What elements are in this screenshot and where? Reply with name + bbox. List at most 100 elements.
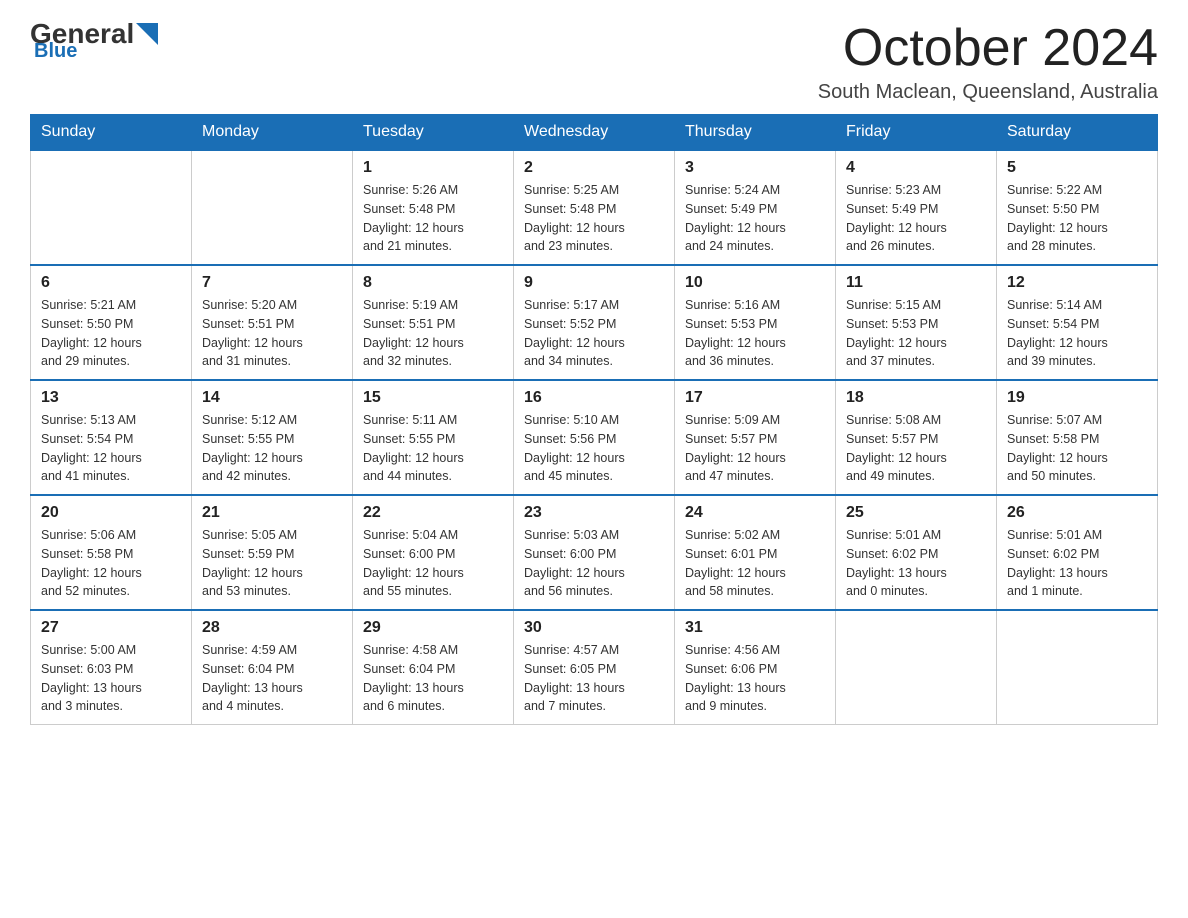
calendar-cell: 17 Sunrise: 5:09 AM Sunset: 5:57 PM Dayli… bbox=[675, 380, 836, 495]
calendar-cell: 15 Sunrise: 5:11 AM Sunset: 5:55 PM Dayli… bbox=[353, 380, 514, 495]
logo-arrow-icon bbox=[136, 23, 158, 45]
calendar-cell: 16Sunrise: 5:10 AM Sunset: 5:56 PM Dayli… bbox=[514, 380, 675, 495]
day-info: Sunrise: 4:57 AM Sunset: 6:05 PM Dayligh… bbox=[524, 641, 664, 716]
day-number: 25 bbox=[846, 504, 986, 522]
calendar-header-row: SundayMondayTuesdayWednesdayThursdayFrid… bbox=[31, 115, 1158, 151]
day-number: 28 bbox=[202, 619, 342, 637]
day-number: 9 bbox=[524, 274, 664, 292]
calendar-cell: 7 Sunrise: 5:20 AM Sunset: 5:51 PM Daylig… bbox=[192, 265, 353, 380]
calendar-cell: 1 Sunrise: 5:26 AM Sunset: 5:48 PM Daylig… bbox=[353, 150, 514, 265]
calendar-cell: 8 Sunrise: 5:19 AM Sunset: 5:51 PM Daylig… bbox=[353, 265, 514, 380]
calendar-day-header: Sunday bbox=[31, 115, 192, 151]
calendar-cell: 2 Sunrise: 5:25 AM Sunset: 5:48 PM Daylig… bbox=[514, 150, 675, 265]
day-number: 18 bbox=[846, 389, 986, 407]
day-number: 21 bbox=[202, 504, 342, 522]
day-info: Sunrise: 5:09 AM Sunset: 5:57 PM Dayligh… bbox=[685, 411, 825, 486]
day-info: Sunrise: 5:26 AM Sunset: 5:48 PM Dayligh… bbox=[363, 181, 503, 256]
day-info: Sunrise: 4:58 AM Sunset: 6:04 PM Dayligh… bbox=[363, 641, 503, 716]
day-info: Sunrise: 5:06 AM Sunset: 5:58 PM Dayligh… bbox=[41, 526, 181, 601]
calendar-cell: 30 Sunrise: 4:57 AM Sunset: 6:05 PM Dayli… bbox=[514, 610, 675, 725]
calendar-cell: 9 Sunrise: 5:17 AM Sunset: 5:52 PM Daylig… bbox=[514, 265, 675, 380]
calendar-cell: 26Sunrise: 5:01 AM Sunset: 6:02 PM Dayli… bbox=[997, 495, 1158, 610]
title-section: October 2024 South Maclean, Queensland, … bbox=[818, 20, 1158, 104]
day-number: 30 bbox=[524, 619, 664, 637]
calendar-cell: 29 Sunrise: 4:58 AM Sunset: 6:04 PM Dayli… bbox=[353, 610, 514, 725]
calendar-day-header: Friday bbox=[836, 115, 997, 151]
calendar-cell: 3 Sunrise: 5:24 AM Sunset: 5:49 PM Daylig… bbox=[675, 150, 836, 265]
day-number: 31 bbox=[685, 619, 825, 637]
calendar-week-row: 1 Sunrise: 5:26 AM Sunset: 5:48 PM Daylig… bbox=[31, 150, 1158, 265]
day-info: Sunrise: 5:21 AM Sunset: 5:50 PM Dayligh… bbox=[41, 296, 181, 371]
calendar-table: SundayMondayTuesdayWednesdayThursdayFrid… bbox=[30, 114, 1158, 725]
calendar-cell: 13Sunrise: 5:13 AM Sunset: 5:54 PM Dayli… bbox=[31, 380, 192, 495]
day-info: Sunrise: 5:14 AM Sunset: 5:54 PM Dayligh… bbox=[1007, 296, 1147, 371]
day-info: Sunrise: 5:16 AM Sunset: 5:53 PM Dayligh… bbox=[685, 296, 825, 371]
calendar-cell: 18 Sunrise: 5:08 AM Sunset: 5:57 PM Dayli… bbox=[836, 380, 997, 495]
calendar-day-header: Thursday bbox=[675, 115, 836, 151]
day-info: Sunrise: 5:00 AM Sunset: 6:03 PM Dayligh… bbox=[41, 641, 181, 716]
calendar-cell: 19 Sunrise: 5:07 AM Sunset: 5:58 PM Dayli… bbox=[997, 380, 1158, 495]
day-number: 11 bbox=[846, 274, 986, 292]
day-info: Sunrise: 5:24 AM Sunset: 5:49 PM Dayligh… bbox=[685, 181, 825, 256]
calendar-cell bbox=[836, 610, 997, 725]
day-number: 4 bbox=[846, 159, 986, 177]
day-number: 1 bbox=[363, 159, 503, 177]
day-number: 26 bbox=[1007, 504, 1147, 522]
day-number: 17 bbox=[685, 389, 825, 407]
calendar-cell: 22 Sunrise: 5:04 AM Sunset: 6:00 PM Dayli… bbox=[353, 495, 514, 610]
day-info: Sunrise: 5:25 AM Sunset: 5:48 PM Dayligh… bbox=[524, 181, 664, 256]
logo: General Blue bbox=[30, 20, 158, 63]
calendar-week-row: 20Sunrise: 5:06 AM Sunset: 5:58 PM Dayli… bbox=[31, 495, 1158, 610]
calendar-cell bbox=[997, 610, 1158, 725]
day-info: Sunrise: 5:11 AM Sunset: 5:55 PM Dayligh… bbox=[363, 411, 503, 486]
day-info: Sunrise: 5:15 AM Sunset: 5:53 PM Dayligh… bbox=[846, 296, 986, 371]
logo-blue: Blue bbox=[34, 40, 77, 63]
day-info: Sunrise: 5:01 AM Sunset: 6:02 PM Dayligh… bbox=[846, 526, 986, 601]
day-info: Sunrise: 5:22 AM Sunset: 5:50 PM Dayligh… bbox=[1007, 181, 1147, 256]
day-number: 29 bbox=[363, 619, 503, 637]
calendar-cell bbox=[31, 150, 192, 265]
day-info: Sunrise: 4:59 AM Sunset: 6:04 PM Dayligh… bbox=[202, 641, 342, 716]
calendar-week-row: 13Sunrise: 5:13 AM Sunset: 5:54 PM Dayli… bbox=[31, 380, 1158, 495]
day-number: 23 bbox=[524, 504, 664, 522]
day-number: 14 bbox=[202, 389, 342, 407]
calendar-cell: 5Sunrise: 5:22 AM Sunset: 5:50 PM Daylig… bbox=[997, 150, 1158, 265]
page-title: October 2024 bbox=[818, 20, 1158, 77]
day-info: Sunrise: 5:04 AM Sunset: 6:00 PM Dayligh… bbox=[363, 526, 503, 601]
calendar-cell: 14Sunrise: 5:12 AM Sunset: 5:55 PM Dayli… bbox=[192, 380, 353, 495]
day-number: 15 bbox=[363, 389, 503, 407]
day-info: Sunrise: 5:17 AM Sunset: 5:52 PM Dayligh… bbox=[524, 296, 664, 371]
day-number: 19 bbox=[1007, 389, 1147, 407]
calendar-cell: 4Sunrise: 5:23 AM Sunset: 5:49 PM Daylig… bbox=[836, 150, 997, 265]
calendar-day-header: Tuesday bbox=[353, 115, 514, 151]
day-info: Sunrise: 5:19 AM Sunset: 5:51 PM Dayligh… bbox=[363, 296, 503, 371]
calendar-cell: 12 Sunrise: 5:14 AM Sunset: 5:54 PM Dayli… bbox=[997, 265, 1158, 380]
day-number: 2 bbox=[524, 159, 664, 177]
calendar-cell: 6 Sunrise: 5:21 AM Sunset: 5:50 PM Daylig… bbox=[31, 265, 192, 380]
day-info: Sunrise: 5:02 AM Sunset: 6:01 PM Dayligh… bbox=[685, 526, 825, 601]
day-info: Sunrise: 5:07 AM Sunset: 5:58 PM Dayligh… bbox=[1007, 411, 1147, 486]
day-info: Sunrise: 5:13 AM Sunset: 5:54 PM Dayligh… bbox=[41, 411, 181, 486]
day-number: 27 bbox=[41, 619, 181, 637]
calendar-week-row: 6 Sunrise: 5:21 AM Sunset: 5:50 PM Daylig… bbox=[31, 265, 1158, 380]
day-number: 12 bbox=[1007, 274, 1147, 292]
day-number: 10 bbox=[685, 274, 825, 292]
day-number: 22 bbox=[363, 504, 503, 522]
day-info: Sunrise: 5:05 AM Sunset: 5:59 PM Dayligh… bbox=[202, 526, 342, 601]
calendar-day-header: Wednesday bbox=[514, 115, 675, 151]
calendar-cell: 31Sunrise: 4:56 AM Sunset: 6:06 PM Dayli… bbox=[675, 610, 836, 725]
day-info: Sunrise: 5:20 AM Sunset: 5:51 PM Dayligh… bbox=[202, 296, 342, 371]
day-number: 24 bbox=[685, 504, 825, 522]
day-info: Sunrise: 5:03 AM Sunset: 6:00 PM Dayligh… bbox=[524, 526, 664, 601]
calendar-cell: 25 Sunrise: 5:01 AM Sunset: 6:02 PM Dayli… bbox=[836, 495, 997, 610]
day-number: 8 bbox=[363, 274, 503, 292]
calendar-cell: 27 Sunrise: 5:00 AM Sunset: 6:03 PM Dayli… bbox=[31, 610, 192, 725]
day-number: 6 bbox=[41, 274, 181, 292]
calendar-week-row: 27 Sunrise: 5:00 AM Sunset: 6:03 PM Dayli… bbox=[31, 610, 1158, 725]
calendar-cell: 20Sunrise: 5:06 AM Sunset: 5:58 PM Dayli… bbox=[31, 495, 192, 610]
page-header: General Blue October 2024 South Maclean,… bbox=[30, 20, 1158, 104]
calendar-cell bbox=[192, 150, 353, 265]
day-number: 7 bbox=[202, 274, 342, 292]
day-number: 3 bbox=[685, 159, 825, 177]
day-info: Sunrise: 5:08 AM Sunset: 5:57 PM Dayligh… bbox=[846, 411, 986, 486]
